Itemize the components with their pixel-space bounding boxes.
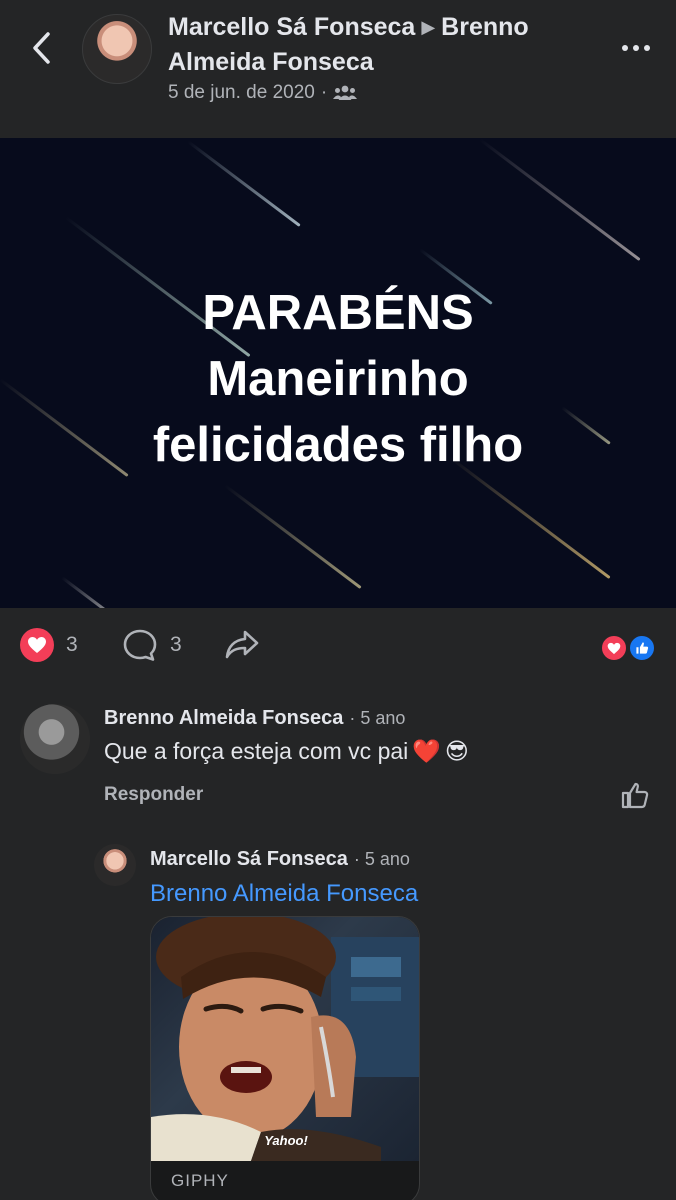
gif-illustration (151, 917, 419, 1161)
heart-icon (20, 628, 54, 662)
post-header: Marcello Sá Fonseca ▶ Brenno Almeida Fonse… (0, 0, 676, 138)
light-streak (224, 484, 362, 590)
light-streak (61, 576, 111, 608)
light-streak (479, 138, 641, 262)
comment-count: 3 (170, 633, 182, 656)
react-button[interactable]: 3 (20, 628, 78, 662)
reply-button[interactable]: Responder (104, 784, 203, 806)
cool-face-emoji: 😎 (444, 738, 469, 764)
post-image[interactable]: PARABÉNS Maneirinho felicidades filho (0, 138, 676, 608)
share-icon (225, 630, 259, 659)
heart-emoji: ❤️ (412, 738, 441, 764)
comment-author-name[interactable]: Brenno Almeida Fonseca (104, 707, 343, 729)
light-streak (187, 140, 301, 227)
post-line: PARABÉNS (202, 286, 474, 340)
reaction-count: 3 (66, 633, 78, 656)
like-comment-button[interactable] (620, 780, 650, 810)
reply-author: Marcello Sá Fonseca · 5 ano (150, 848, 410, 871)
comment-text: Que a força esteja com vc pai ❤️ 😎 (104, 738, 469, 765)
post-meta: 5 de jun. de 2020 · (168, 82, 358, 104)
more-options-button[interactable] (612, 32, 660, 64)
friends-audience-icon (333, 85, 358, 100)
like-reaction-icon[interactable] (628, 634, 656, 662)
post-title: Marcello Sá Fonseca ▶ Brenno Almeida Fonse… (168, 10, 588, 80)
comment-icon (123, 629, 157, 661)
author-name[interactable]: Marcello Sá Fonseca (168, 13, 415, 41)
arrow-right-icon: ▶ (421, 17, 436, 37)
author-avatar[interactable] (82, 14, 152, 84)
more-dot-icon (633, 45, 639, 51)
gif-source-label: GIPHY (171, 1171, 229, 1190)
comment-button[interactable]: 3 (122, 628, 182, 662)
share-button[interactable] (224, 628, 260, 660)
reply-time[interactable]: · 5 ano (354, 849, 410, 869)
back-button[interactable] (22, 28, 62, 68)
chevron-left-icon (33, 32, 50, 64)
comment-body: Que a força esteja com vc pai (104, 738, 409, 764)
post-line: felicidades filho (152, 418, 524, 472)
love-reaction-icon[interactable] (600, 634, 628, 662)
reply-author-name[interactable]: Marcello Sá Fonseca (150, 848, 348, 870)
comment-author: Brenno Almeida Fonseca · 5 ano (104, 707, 405, 730)
gif-image[interactable]: Yahoo! (151, 917, 419, 1161)
more-dot-icon (622, 45, 628, 51)
mention-link[interactable]: Brenno Almeida Fonseca (150, 880, 418, 908)
gif-caption: Yahoo! (264, 1133, 308, 1148)
post-date[interactable]: 5 de jun. de 2020 (168, 82, 315, 104)
gif-attachment[interactable]: Yahoo! GIPHY (150, 916, 420, 1200)
thumbs-up-icon (621, 782, 649, 809)
post-line: Maneirinho (207, 352, 469, 406)
comment-time[interactable]: · 5 ano (349, 708, 405, 728)
commenter-avatar[interactable] (20, 704, 90, 774)
reply-author-avatar[interactable] (94, 844, 136, 886)
more-dot-icon (644, 45, 650, 51)
post-actions: 3 3 (0, 608, 676, 686)
meta-separator: · (320, 82, 328, 103)
post-message: PARABÉNS Maneirinho felicidades filho (0, 280, 676, 478)
